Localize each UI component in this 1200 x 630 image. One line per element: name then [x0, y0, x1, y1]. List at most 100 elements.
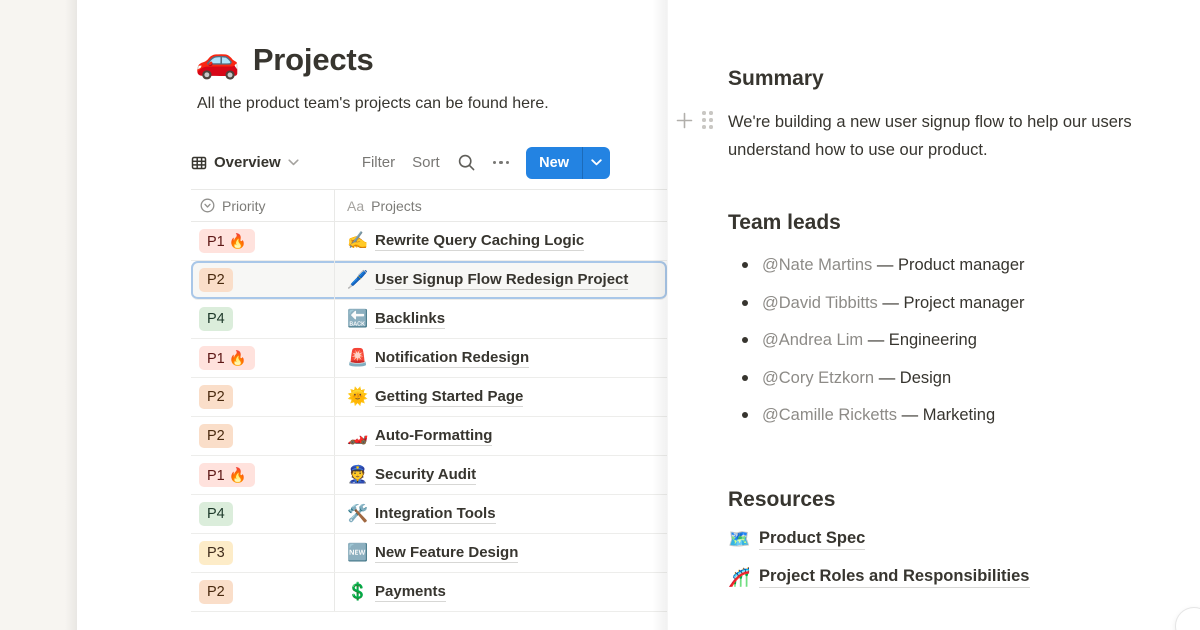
team-lead-item: @Nate Martins — Product manager [728, 251, 1196, 279]
priority-cell[interactable]: P3 [191, 534, 335, 572]
priority-tag[interactable]: P1 🔥 [199, 229, 255, 253]
priority-cell[interactable]: P4 [191, 300, 335, 338]
project-cell[interactable]: 🛠️ Integration Tools [335, 495, 667, 533]
project-cell[interactable]: 🚨 Notification Redesign [335, 339, 667, 377]
priority-tag[interactable]: P4 [199, 502, 233, 526]
project-page-link[interactable]: Getting Started Page [375, 388, 523, 407]
table-view-icon [191, 155, 207, 171]
lead-role-text: — Engineering [863, 331, 977, 349]
priority-cell[interactable]: P2 [191, 573, 335, 611]
priority-tag[interactable]: P2 [199, 424, 233, 448]
project-page-icon: 🏎️ [347, 426, 367, 446]
project-page-link[interactable]: Security Audit [375, 466, 476, 485]
project-page-link[interactable]: User Signup Flow Redesign Project [375, 271, 628, 290]
view-switcher-overview[interactable]: Overview [191, 154, 299, 171]
project-cell[interactable]: 🆕 New Feature Design [335, 534, 667, 572]
projects-table: Priority Aa Projects P1 🔥 ✍️ Rewrite Que… [191, 189, 667, 612]
priority-tag[interactable]: P4 [199, 307, 233, 331]
table-row[interactable]: P1 🔥 👮 Security Audit [191, 456, 667, 495]
user-mention[interactable]: @Cory Etzkorn [762, 369, 874, 387]
table-row[interactable]: P1 🔥 ✍️ Rewrite Query Caching Logic [191, 222, 667, 261]
page-detail-panel: Summary We're building a new user signup… [667, 0, 1200, 630]
summary-heading: Summary [728, 66, 1196, 92]
project-page-icon: 🌞 [347, 387, 367, 407]
user-mention[interactable]: @Andrea Lim [762, 331, 863, 349]
project-page-icon: 🔙 [347, 309, 367, 329]
project-page-link[interactable]: Integration Tools [375, 505, 496, 524]
resource-link[interactable]: 🎢 Project Roles and Responsibilities [728, 564, 1196, 591]
new-button-label[interactable]: New [526, 147, 582, 179]
search-icon[interactable] [457, 153, 476, 172]
table-row[interactable]: P2 🌞 Getting Started Page [191, 378, 667, 417]
team-lead-item: @Andrea Lim — Engineering [728, 326, 1196, 354]
summary-block: We're building a new user signup flow to… [728, 108, 1196, 164]
page-title[interactable]: Projects [253, 42, 374, 78]
column-header-label: Priority [222, 198, 266, 214]
filter-button[interactable]: Filter [362, 154, 395, 171]
more-options-icon[interactable] [493, 161, 510, 165]
new-button-chevron-icon[interactable] [582, 147, 610, 179]
priority-cell[interactable]: P1 🔥 [191, 339, 335, 377]
project-page-icon: 👮 [347, 465, 367, 485]
user-mention[interactable]: @Camille Ricketts [762, 406, 897, 424]
column-header-projects[interactable]: Aa Projects [335, 190, 667, 221]
table-row[interactable]: P4 🔙 Backlinks [191, 300, 667, 339]
table-rows: P1 🔥 ✍️ Rewrite Query Caching Logic P2 🖊… [191, 222, 667, 612]
select-property-icon [200, 198, 215, 213]
column-header-priority[interactable]: Priority [191, 190, 335, 221]
table-row[interactable]: P1 🔥 🚨 Notification Redesign [191, 339, 667, 378]
project-cell[interactable]: 🖊️ User Signup Flow Redesign Project [335, 261, 667, 299]
priority-tag[interactable]: P1 🔥 [199, 346, 255, 370]
lead-role-text: — Design [874, 369, 951, 387]
table-row[interactable]: P2 💲 Payments [191, 573, 667, 612]
priority-tag[interactable]: P2 [199, 385, 233, 409]
project-page-link[interactable]: Payments [375, 583, 446, 602]
priority-cell[interactable]: P1 🔥 [191, 222, 335, 260]
user-mention[interactable]: @Nate Martins [762, 256, 872, 274]
priority-cell[interactable]: P4 [191, 495, 335, 533]
text-property-icon: Aa [347, 198, 364, 214]
page-description: All the product team's projects can be f… [197, 92, 549, 116]
team-lead-item: @David Tibbitts — Project manager [728, 289, 1196, 317]
resource-link[interactable]: 🗺️ Product Spec [728, 526, 1196, 553]
priority-tag[interactable]: P3 [199, 541, 233, 565]
user-mention[interactable]: @David Tibbitts [762, 294, 878, 312]
drag-handle-icon[interactable] [702, 111, 713, 129]
resource-page-icon: 🎢 [728, 567, 750, 588]
page-icon-car[interactable]: 🚗 [195, 40, 240, 80]
project-cell[interactable]: 💲 Payments [335, 573, 667, 611]
priority-cell[interactable]: P2 [191, 261, 335, 299]
project-page-link[interactable]: Backlinks [375, 310, 445, 329]
priority-cell[interactable]: P2 [191, 378, 335, 416]
project-cell[interactable]: 👮 Security Audit [335, 456, 667, 494]
priority-tag[interactable]: P2 [199, 580, 233, 604]
table-row[interactable]: P3 🆕 New Feature Design [191, 534, 667, 573]
project-page-icon: 🛠️ [347, 504, 367, 524]
project-page-link[interactable]: Auto-Formatting [375, 427, 492, 446]
project-cell[interactable]: ✍️ Rewrite Query Caching Logic [335, 222, 667, 260]
resource-page-link[interactable]: Project Roles and Responsibilities [759, 567, 1030, 588]
panel-divider [652, 0, 667, 630]
new-button[interactable]: New [526, 147, 610, 179]
lead-role-text: — Product manager [872, 256, 1024, 274]
project-cell[interactable]: 🏎️ Auto-Formatting [335, 417, 667, 455]
app-window: 🚗 Projects All the product team's projec… [0, 0, 1200, 630]
project-page-icon: 🖊️ [347, 270, 367, 290]
priority-cell[interactable]: P1 🔥 [191, 456, 335, 494]
project-cell[interactable]: 🌞 Getting Started Page [335, 378, 667, 416]
table-row[interactable]: P4 🛠️ Integration Tools [191, 495, 667, 534]
sort-button[interactable]: Sort [412, 154, 440, 171]
table-row[interactable]: P2 🖊️ User Signup Flow Redesign Project [191, 261, 667, 300]
project-page-link[interactable]: New Feature Design [375, 544, 518, 563]
project-page-link[interactable]: Notification Redesign [375, 349, 529, 368]
priority-tag[interactable]: P1 🔥 [199, 463, 255, 487]
priority-cell[interactable]: P2 [191, 417, 335, 455]
resource-page-link[interactable]: Product Spec [759, 529, 865, 550]
toolbar-actions: Filter Sort New [362, 147, 610, 179]
table-row[interactable]: P2 🏎️ Auto-Formatting [191, 417, 667, 456]
priority-tag[interactable]: P2 [199, 268, 233, 292]
summary-text: We're building a new user signup flow to… [728, 108, 1200, 164]
project-cell[interactable]: 🔙 Backlinks [335, 300, 667, 338]
add-block-icon[interactable] [676, 112, 693, 129]
project-page-link[interactable]: Rewrite Query Caching Logic [375, 232, 584, 251]
